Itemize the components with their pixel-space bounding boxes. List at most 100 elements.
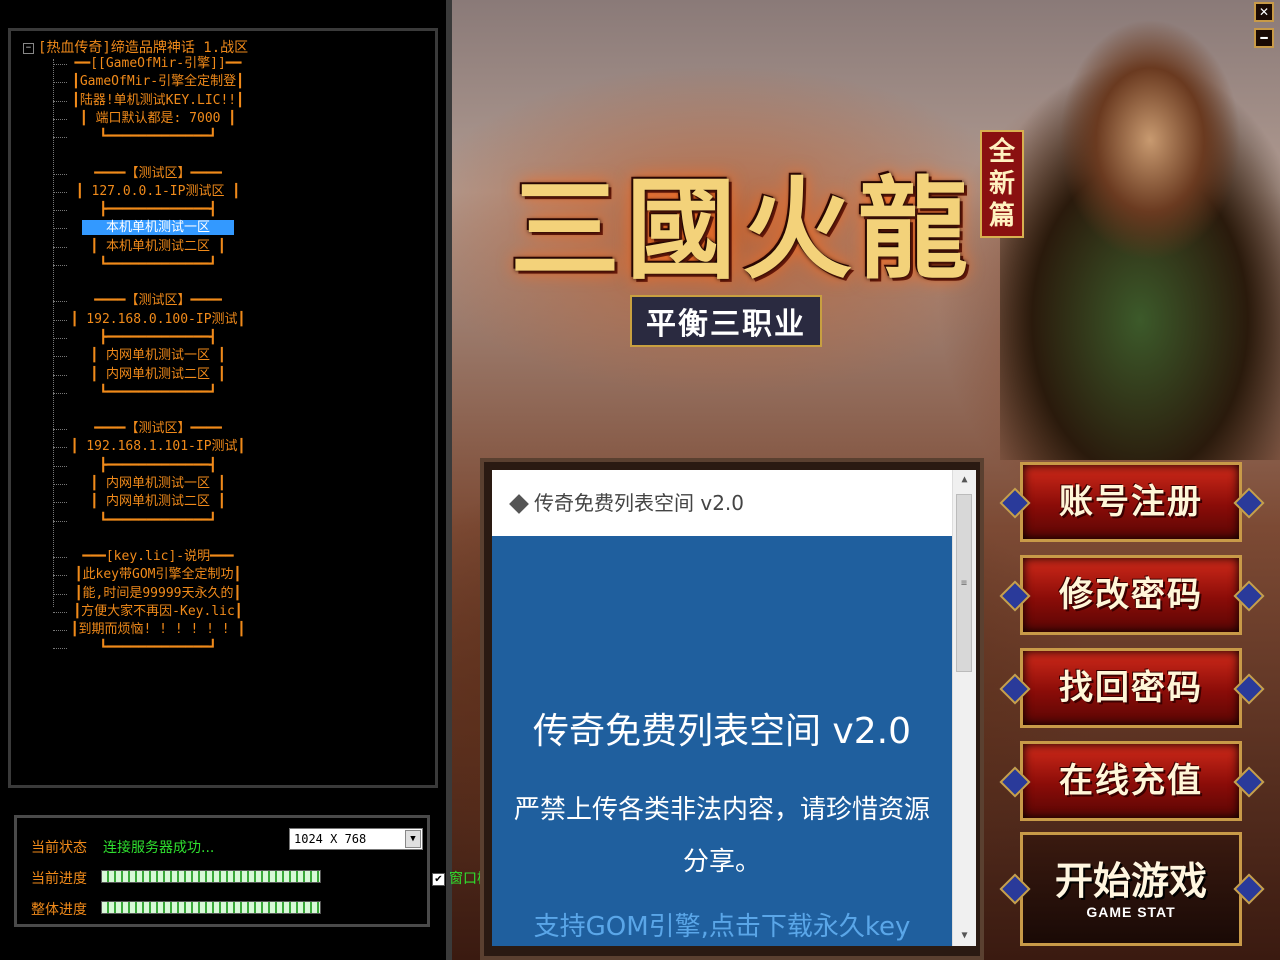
tree-node-label: ┗━━━━━━━━━━━━━┛: [99, 129, 217, 145]
recover-password-label: 找回密码: [1059, 668, 1203, 708]
tree-node-label: ┗━━━━━━━━━━━━━┛: [99, 512, 217, 528]
status-label: 当前状态: [31, 840, 87, 856]
total-progress-label: 整体进度: [31, 902, 87, 918]
tree-node-label: ┃ 内网单机测试一区 ┃: [90, 348, 226, 364]
news-body: 传奇免费列表空间 v2.0 严禁上传各类非法内容，请珍惜资源分享。 支持GOM引…: [492, 536, 952, 946]
tree-node-label: ┃陆器!单机测试KEY.LIC!!┃: [72, 92, 244, 108]
tree-node[interactable]: ┃到期而烦恼! ! ! ! ! ! ┃: [53, 621, 263, 639]
tree-node[interactable]: ┃ 内网单机测试二区 ┃: [53, 493, 263, 511]
chevron-down-icon[interactable]: ▼: [405, 830, 421, 848]
tree-node-label: ┃方便大家不再因-Key.lic┃: [73, 603, 243, 619]
tree-node-label: ┃ 内网单机测试一区 ┃: [90, 476, 226, 491]
scroll-up-icon[interactable]: ▲: [953, 470, 976, 490]
news-text: 严禁上传各类非法内容，请珍惜资源分享。: [513, 795, 930, 877]
scroll-thumb[interactable]: ≡: [956, 494, 972, 672]
current-progress-label: 当前进度: [31, 871, 87, 887]
news-header: 传奇免费列表空间 v2.0: [492, 470, 952, 536]
tree-node[interactable]: ┗━━━━━━━━━━━━━┛: [53, 128, 263, 146]
warrior-artwork: [1000, 0, 1280, 460]
tree-node[interactable]: ━━━[key.lic]-说明━━━: [53, 548, 263, 566]
tree-node-label: ━━[[GameOfMir-引擎]]━━: [74, 56, 242, 71]
tree-node[interactable]: ┣━━━━━━━━━━━━━┫: [53, 201, 263, 219]
tree-node[interactable]: ┃ 内网单机测试一区 ┃: [53, 475, 263, 493]
tree-node[interactable]: ┃ 内网单机测试一区 ┃: [53, 347, 263, 365]
tree-node[interactable]: ━━━━【测试区】━━━━: [53, 292, 263, 310]
tree-root-label: [热血传奇]缔造品牌神话 1.战区: [38, 40, 249, 56]
tree-node-label: ┣━━━━━━━━━━━━━┫: [99, 329, 217, 345]
news-title: 传奇免费列表空间 v2.0: [532, 711, 911, 752]
tree-node-label: ┃ 内网单机测试二区 ┃: [90, 366, 226, 382]
news-panel: 传奇免费列表空间 v2.0 传奇免费列表空间 v2.0 严禁上传各类非法内容，请…: [492, 470, 976, 946]
server-tree[interactable]: − [热血传奇]缔造品牌神话 1.战区 ━━[[GameOfMir-引擎]]━━ ┃…: [8, 28, 438, 788]
tree-node[interactable]: ┃陆器!单机测试KEY.LIC!!┃: [53, 92, 263, 110]
tree-node-label: ━━━━【测试区】━━━━: [94, 421, 222, 437]
scroll-down-icon[interactable]: ▼: [953, 926, 976, 946]
tree-node-label: ┃到期而烦恼! ! ! ! ! ! ┃: [70, 622, 246, 638]
tree-node[interactable]: ┃ 内网单机测试二区 ┃: [53, 366, 263, 384]
total-progress-fill: [102, 902, 320, 913]
tree-node[interactable]: ┃ 端口默认都是: 7000 ┃: [53, 110, 263, 128]
tree-node-label: ┃ 端口默认都是: 7000 ┃: [79, 110, 237, 126]
change-password-label: 修改密码: [1059, 575, 1203, 615]
news-scrollbar[interactable]: ▲ ≡ ▼: [952, 470, 976, 946]
tree-root[interactable]: − [热血传奇]缔造品牌神话 1.战区: [23, 37, 248, 57]
status-value: 连接服务器成功...: [103, 840, 215, 856]
logo-title: 三國火龍: [510, 165, 974, 294]
recharge-label: 在线充值: [1059, 761, 1203, 801]
tree-node[interactable]: 本机单机测试一区: [53, 219, 263, 237]
logo-side-tag: 全新篇: [980, 130, 1024, 238]
resolution-value: 1024 X 768: [294, 832, 367, 846]
checkbox-icon[interactable]: ✔: [432, 872, 445, 886]
status-box: 当前状态 连接服务器成功... 1024 X 768 ▼ 当前进度 整体进度: [14, 815, 430, 927]
server-panel: − [热血传奇]缔造品牌神话 1.战区 ━━[[GameOfMir-引擎]]━━ ┃…: [0, 0, 452, 960]
total-progress-bar: [101, 901, 321, 914]
tree-node[interactable]: ┃此key带GOM引擎全定制功┃: [53, 566, 263, 584]
start-game-label: 开始游戏: [1054, 858, 1207, 903]
tree-node[interactable]: ┃ 192.168.0.100-IP测试┃: [53, 311, 263, 329]
resolution-select[interactable]: 1024 X 768 ▼: [289, 828, 423, 850]
tree-node[interactable]: ┃方便大家不再因-Key.lic┃: [53, 603, 263, 621]
tree-node[interactable]: ┃能,时间是99999天永久的┃: [53, 585, 263, 603]
tree-node-label: ┃ 内网单机测试二区 ┃: [90, 494, 226, 510]
tree-node-label: ━━━━【测试区】━━━━: [94, 293, 222, 309]
close-button[interactable]: ✕: [1254, 2, 1274, 22]
current-progress-bar: [101, 870, 321, 883]
tree-node-label: 本机单机测试一区: [81, 220, 234, 236]
tree-node[interactable]: ━━━━【测试区】━━━━: [53, 420, 263, 438]
tree-node-label: ┃ 127.0.0.1-IP测试区 ┃: [75, 183, 241, 199]
tree-node-label: ━━━[key.lic]-说明━━━: [82, 548, 234, 564]
collapse-icon[interactable]: −: [23, 42, 34, 54]
tree-node[interactable]: ┗━━━━━━━━━━━━━┛: [53, 639, 263, 657]
tree-node-label: ┗━━━━━━━━━━━━━┛: [99, 384, 217, 400]
tree-node-label: ┣━━━━━━━━━━━━━┫: [99, 202, 217, 218]
tree-node[interactable]: ┗━━━━━━━━━━━━━┛: [53, 384, 263, 402]
tree-node[interactable]: ┣━━━━━━━━━━━━━┫: [53, 457, 263, 475]
register-label: 账号注册: [1059, 482, 1203, 522]
tree-node[interactable]: ┃GameOfMir-引擎全定制登┃: [53, 73, 263, 91]
current-progress-fill: [102, 871, 320, 882]
tree-node-label: ┃GameOfMir-引擎全定制登┃: [72, 74, 244, 90]
tree-node[interactable]: ┗━━━━━━━━━━━━━┛: [53, 512, 263, 530]
tree-node[interactable]: ┣━━━━━━━━━━━━━┫: [53, 329, 263, 347]
tree-node[interactable]: ┃ 127.0.0.1-IP测试区 ┃: [53, 183, 263, 201]
minimize-button[interactable]: ━: [1254, 28, 1274, 48]
tree-node-label: ━━━━【测试区】━━━━: [94, 165, 222, 181]
tree-node[interactable]: ━━[[GameOfMir-引擎]]━━: [53, 55, 263, 73]
tree-node[interactable]: ┃ 本机单机测试二区 ┃: [53, 238, 263, 256]
tree-node[interactable]: ┗━━━━━━━━━━━━━┛: [53, 256, 263, 274]
tree-node-label: ┃能,时间是99999天永久的┃: [74, 585, 242, 601]
tree-node-label: ┃ 本机单机测试二区 ┃: [90, 238, 226, 254]
recharge-button[interactable]: 在线充值: [999, 741, 1265, 821]
tree-node-label: ┗━━━━━━━━━━━━━┛: [99, 257, 217, 272]
news-header-text: 传奇免费列表空间 v2.0: [534, 491, 744, 515]
tree-node[interactable]: ━━━━【测试区】━━━━: [53, 165, 263, 183]
start-game-button[interactable]: 开始游戏 GAME STAT: [999, 832, 1265, 946]
register-button[interactable]: 账号注册: [999, 462, 1265, 542]
tree-node-label: ┃ 192.168.0.100-IP测试┃: [70, 311, 246, 327]
game-logo: 三國火龍 全新篇 平衡三职业: [460, 130, 1024, 347]
download-key-link[interactable]: 支持GOM引擎,点击下载永久key: [492, 906, 952, 943]
tree-node[interactable]: ┃ 192.168.1.101-IP测试┃: [53, 438, 263, 456]
change-password-button[interactable]: 修改密码: [999, 555, 1265, 635]
recover-password-button[interactable]: 找回密码: [999, 648, 1265, 728]
tree-node-label: ┣━━━━━━━━━━━━━┫: [99, 457, 217, 473]
